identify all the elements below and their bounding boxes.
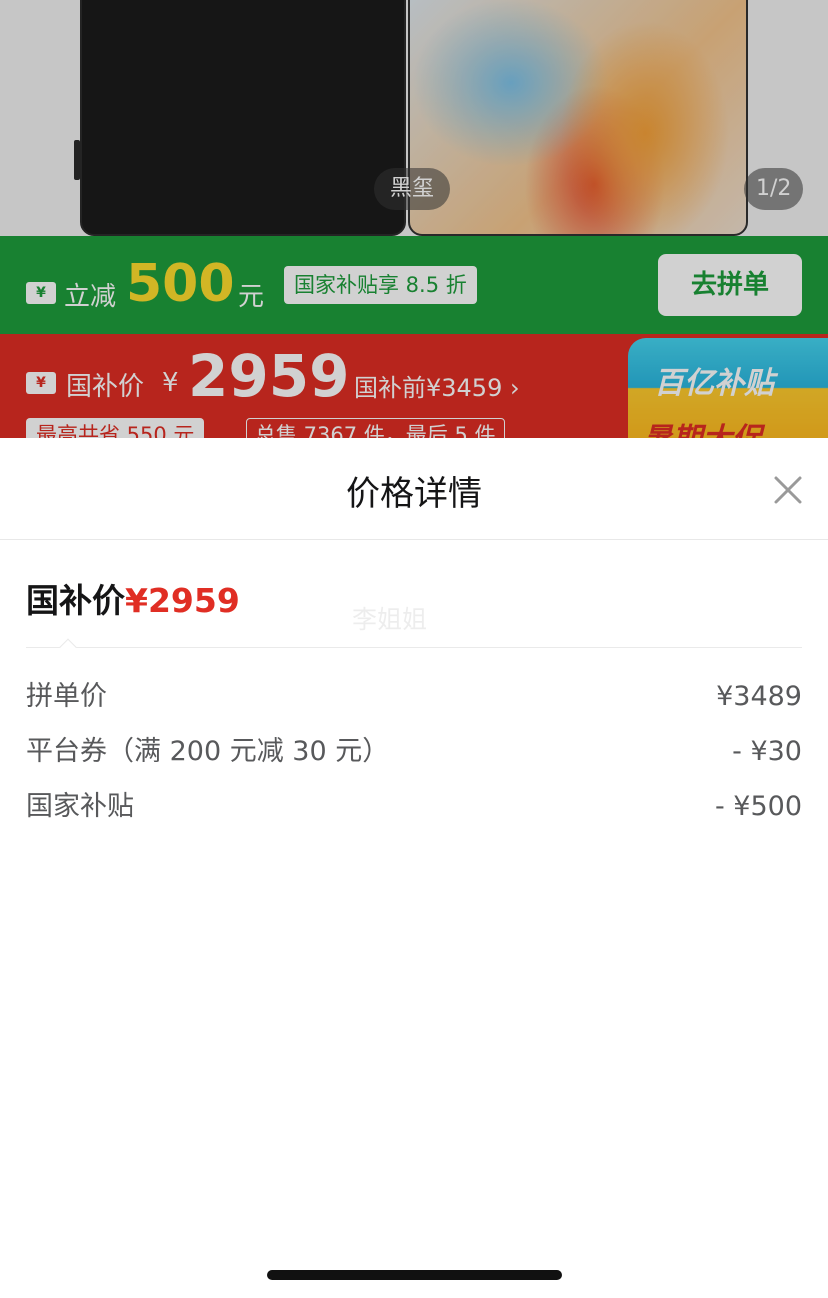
row-value: - ¥500: [714, 791, 802, 822]
watermark: 李姐姐: [352, 605, 428, 634]
row-value: - ¥30: [732, 736, 802, 767]
summary-price: ¥2959: [125, 581, 240, 620]
row-label: 拼单价: [26, 681, 107, 712]
sheet-header: 价格详情: [0, 438, 828, 540]
price-row-group-price: 拼单价 ¥3489: [26, 677, 802, 717]
price-row-national-subsidy: 国家补贴 - ¥500: [26, 787, 802, 827]
row-value: ¥3489: [716, 681, 802, 712]
price-row-platform-coupon: 平台券（满 200 元减 30 元） - ¥30: [26, 732, 802, 772]
divider-notch: [59, 638, 77, 656]
home-indicator[interactable]: [267, 1270, 562, 1280]
divider: [26, 647, 802, 648]
row-label: 国家补贴: [26, 791, 134, 822]
sheet-title: 价格详情: [346, 474, 482, 514]
price-summary: 国补价¥2959: [26, 574, 240, 622]
close-icon[interactable]: [766, 468, 810, 512]
modal-backdrop[interactable]: [0, 0, 828, 438]
summary-label: 国补价: [26, 581, 125, 620]
row-label: 平台券（满 200 元减 30 元）: [26, 736, 390, 767]
product-page-background: 黑玺 1/2 ¥ 立减 500 元 国家补贴享 8.5 折 去拼单 ¥ 国补价 …: [0, 0, 828, 438]
price-details-sheet: 价格详情 国补价¥2959 李姐姐 拼单价 ¥3489 平台券（满 200 元减…: [0, 438, 828, 1298]
